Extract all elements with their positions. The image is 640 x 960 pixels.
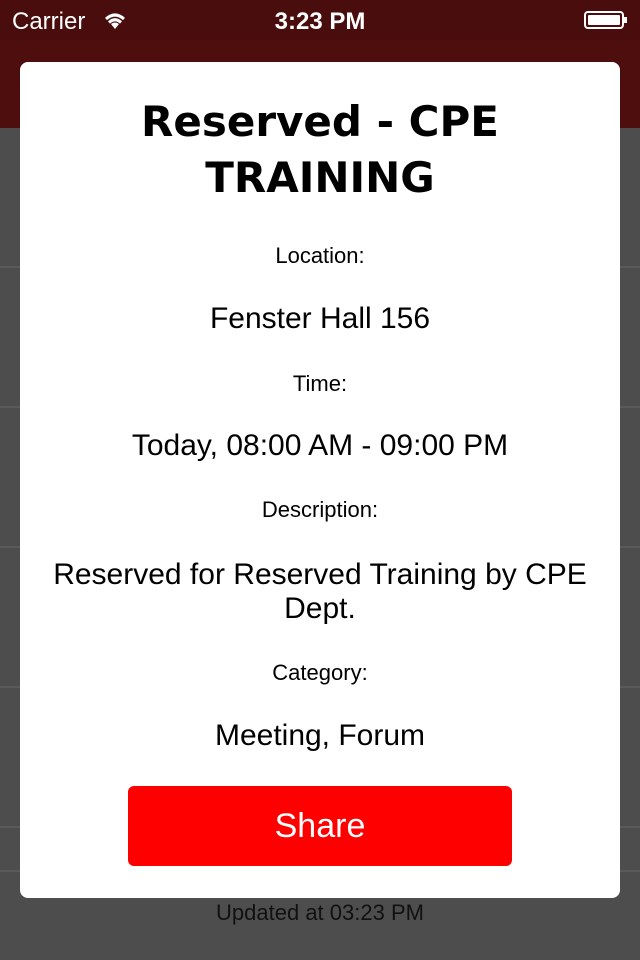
event-detail-modal: Reserved - CPE TRAINING Location: Fenste… xyxy=(20,62,620,898)
share-button[interactable]: Share xyxy=(128,786,512,866)
status-time: 3:23 PM xyxy=(274,8,366,35)
status-bar: Carrier 3:23 PM xyxy=(0,0,640,40)
battery-icon xyxy=(584,11,627,29)
event-title: Reserved - CPE TRAINING xyxy=(141,97,499,202)
category-label: Category: xyxy=(272,660,368,685)
description-value: Reserved for Reserved Training by CPE De… xyxy=(53,558,587,625)
time-label: Time: xyxy=(292,371,348,396)
location-label: Location: xyxy=(275,243,365,268)
category-value: Meeting, Forum xyxy=(214,719,426,752)
updated-timestamp: Updated at 03:23 PM xyxy=(216,900,424,925)
location-value: Fenster Hall 156 xyxy=(209,302,431,335)
description-label: Description: xyxy=(261,497,379,522)
time-value: Today, 08:00 AM - 09:00 PM xyxy=(131,429,509,462)
